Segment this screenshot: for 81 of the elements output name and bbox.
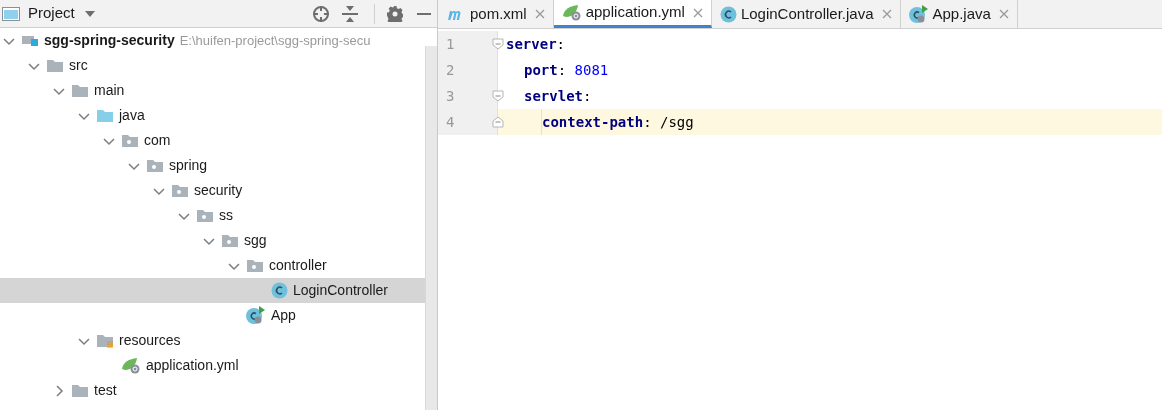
- editor-tab[interactable]: pom.xml: [438, 0, 554, 28]
- tree-item[interactable]: spring: [0, 153, 425, 178]
- folder-icon: [96, 108, 114, 123]
- tree-item[interactable]: ss: [0, 203, 425, 228]
- tree-item[interactable]: sgg: [0, 228, 425, 253]
- tree-item[interactable]: security: [0, 178, 425, 203]
- runnable-class-icon: [908, 4, 929, 24]
- folder-icon: [71, 83, 89, 98]
- line-number: 4: [446, 112, 455, 132]
- tree-item[interactable]: LoginController: [0, 278, 425, 303]
- tree-item[interactable]: main: [0, 78, 425, 103]
- runnable-class-icon: [246, 306, 266, 325]
- tree-item-label: java: [119, 106, 145, 125]
- tree-item-label: com: [144, 131, 171, 150]
- project-view-dropdown[interactable]: Project: [28, 2, 95, 25]
- tree-item[interactable]: com: [0, 128, 425, 153]
- tree-item-label: App: [271, 306, 296, 325]
- tree-item[interactable]: src: [0, 53, 425, 78]
- close-icon[interactable]: [998, 9, 1009, 19]
- code-line: port: 8081: [524, 60, 609, 80]
- tree-item[interactable]: java: [0, 103, 425, 128]
- tree-item-label: ss: [219, 206, 233, 225]
- tree-item-label: security: [194, 181, 243, 200]
- tree-item-label: spring: [169, 156, 208, 175]
- class-icon: [719, 5, 737, 23]
- package-folder-icon: [196, 208, 214, 223]
- caret-icon: [84, 10, 95, 17]
- package-folder-icon: [246, 258, 264, 273]
- tab-label: LoginController.java: [740, 3, 874, 24]
- fold-marker-icon[interactable]: [492, 90, 504, 102]
- tree-item-label: main: [94, 81, 125, 100]
- tree-item-label: application.yml: [146, 356, 239, 375]
- code-line: context-path: /sgg: [542, 112, 694, 132]
- close-icon[interactable]: [692, 7, 703, 18]
- close-icon[interactable]: [881, 9, 892, 19]
- tree-item[interactable]: controller: [0, 253, 425, 278]
- module-path: E:\huifen-project\sgg-spring-secu: [179, 31, 371, 50]
- tab-label: App.java: [932, 3, 991, 24]
- tree-item-label: sgg: [244, 231, 267, 250]
- tree-item[interactable]: test: [0, 378, 425, 403]
- line-number: 1: [446, 34, 455, 54]
- locate-icon[interactable]: [312, 4, 330, 23]
- package-folder-icon: [121, 133, 139, 148]
- settings-icon[interactable]: [387, 5, 403, 22]
- package-folder-icon: [221, 233, 239, 248]
- package-folder-icon: [146, 158, 164, 173]
- package-folder-icon: [171, 183, 189, 198]
- fold-marker-icon[interactable]: [492, 116, 504, 128]
- tree-item-label: resources: [119, 331, 181, 350]
- tree-item[interactable]: resources: [0, 328, 425, 353]
- class-icon: [271, 282, 288, 299]
- tree-item-label: LoginController: [293, 281, 388, 300]
- tree-item-label: src: [69, 56, 88, 75]
- module-icon: [21, 35, 39, 46]
- code-line: servlet:: [524, 86, 592, 106]
- fold-marker-icon[interactable]: [492, 38, 504, 50]
- tree-item[interactable]: application.yml: [0, 353, 425, 378]
- tree-item[interactable]: sgg-spring-security E:\huifen-project\sgg-spring-secu: [0, 28, 425, 53]
- tree-item-label: test: [94, 381, 117, 400]
- panel-icon: [2, 6, 20, 21]
- line-number: 2: [446, 60, 455, 80]
- editor-tab[interactable]: App.java: [900, 0, 1018, 28]
- code-line: server:: [506, 34, 565, 54]
- editor-tab[interactable]: application.yml: [553, 0, 712, 28]
- chevron-right-icon[interactable]: [53, 384, 65, 397]
- scrollbar[interactable]: [425, 46, 437, 410]
- line-number: 3: [446, 86, 455, 106]
- tab-label: application.yml: [585, 2, 685, 23]
- tree-item[interactable]: App: [0, 303, 425, 328]
- minimize-icon[interactable]: [417, 12, 431, 15]
- spring-leaf-icon: [561, 4, 582, 21]
- tab-label: pom.xml: [470, 3, 527, 24]
- folder-icon: [46, 58, 64, 73]
- spring-leaf-icon: [121, 357, 141, 374]
- resources-folder-icon: [96, 333, 114, 348]
- tree-item-label: controller: [269, 256, 327, 275]
- folder-icon: [71, 383, 89, 398]
- collapse-all-icon[interactable]: [342, 4, 358, 23]
- editor-tab[interactable]: LoginController.java: [711, 0, 901, 28]
- close-icon[interactable]: [534, 9, 545, 19]
- tree-item-label: sgg-spring-security: [44, 31, 175, 50]
